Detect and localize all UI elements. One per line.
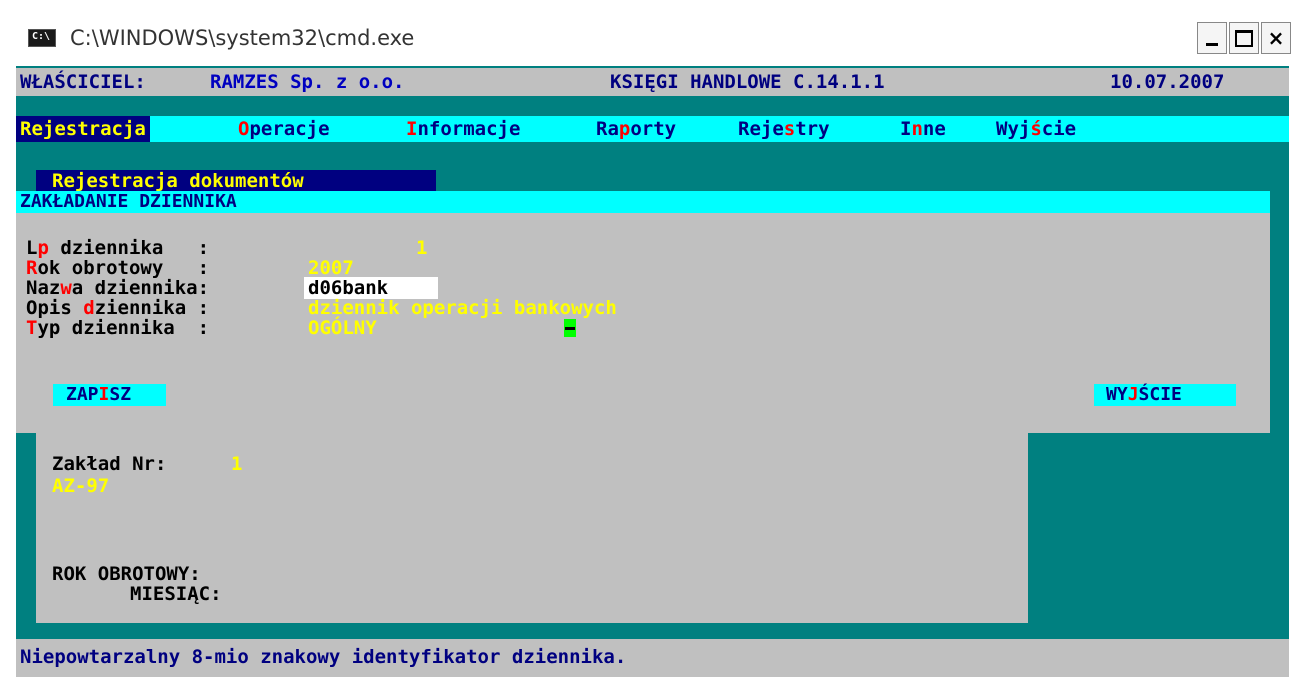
- minimize-icon: [1206, 42, 1218, 46]
- text-cursor: [564, 319, 576, 337]
- owner-label: WŁAŚCICIEL:: [20, 71, 146, 93]
- menu-bar: Rejestracja Operacje Informacje Raporty …: [16, 116, 1289, 142]
- dialog-title: ZAKŁADANIE DZIENNIKA: [16, 191, 1270, 213]
- current-date: 10.07.2007: [1110, 71, 1225, 93]
- save-button[interactable]: ZAPISZ: [53, 384, 166, 406]
- exit-button[interactable]: WYJŚCIE: [1094, 384, 1236, 406]
- status-bar: Niepowtarzalny 8-mio znakowy identyfikat…: [16, 639, 1289, 677]
- console-window: C:\ C:\WINDOWS\system32\cmd.exe × WŁAŚCI…: [0, 0, 1305, 677]
- menu-item-informacje[interactable]: Informacje: [406, 118, 520, 140]
- maximize-icon: [1235, 29, 1253, 47]
- opis-input[interactable]: dziennik operacji bankowych: [308, 297, 617, 319]
- field-label-rok: Rok obrotowy :: [26, 257, 210, 279]
- header-bar: WŁAŚCICIEL: RAMZES Sp. z o.o. KSIĘGI HAN…: [16, 68, 1289, 96]
- window-controls: ×: [1197, 22, 1291, 54]
- window-title: C:\WINDOWS\system32\cmd.exe: [70, 26, 415, 50]
- info-panel: Zakład Nr: 1 AZ-97 ROK OBROTOWY: MIESIĄC…: [36, 433, 1028, 623]
- close-button[interactable]: ×: [1261, 22, 1291, 54]
- dialog-panel: Lp dziennika : 1 Rok obrotowy : 2007 Naz…: [16, 213, 1270, 433]
- menu-item-rejestry[interactable]: Rejestry: [738, 118, 830, 140]
- console-area: WŁAŚCICIEL: RAMZES Sp. z o.o. KSIĘGI HAN…: [16, 66, 1289, 677]
- minimize-button[interactable]: [1197, 22, 1227, 54]
- window-label: Rejestracja dokumentów: [36, 170, 436, 192]
- status-hint: Niepowtarzalny 8-mio znakowy identyfikat…: [20, 646, 627, 668]
- menu-item-wyjscie[interactable]: Wyjście: [996, 118, 1076, 140]
- fiscal-year-label: ROK OBROTOWY:: [52, 563, 201, 585]
- maximize-button[interactable]: [1229, 22, 1259, 54]
- lp-value: 1: [416, 237, 428, 259]
- menu-item-inne[interactable]: Inne: [900, 118, 946, 140]
- title-bar[interactable]: C:\ C:\WINDOWS\system32\cmd.exe ×: [0, 0, 1305, 66]
- rok-value[interactable]: 2007: [308, 257, 354, 279]
- plant-label: Zakład Nr:: [52, 453, 167, 475]
- typ-select[interactable]: OGÓLNY: [308, 317, 377, 339]
- menu-item-raporty[interactable]: Raporty: [596, 118, 676, 140]
- month-label: MIESIĄC:: [130, 583, 222, 605]
- field-label-opis: Opis dziennika :: [26, 297, 210, 319]
- plant-code: AZ-97: [52, 475, 110, 497]
- cmd-icon: C:\: [28, 29, 56, 47]
- menu-item-operacje[interactable]: Operacje: [238, 118, 330, 140]
- owner-name: RAMZES Sp. z o.o.: [210, 71, 405, 93]
- field-label-nazwa: Nazwa dziennika:: [26, 277, 210, 299]
- field-label-typ: Typ dziennika :: [26, 317, 210, 339]
- app-name: KSIĘGI HANDLOWE C.14.1.1: [610, 71, 885, 93]
- plant-number: 1: [231, 453, 243, 475]
- nazwa-input[interactable]: d06bank: [304, 277, 438, 299]
- menu-item-rejestracja[interactable]: Rejestracja: [16, 116, 150, 142]
- field-label-lp: Lp dziennika :: [26, 237, 210, 259]
